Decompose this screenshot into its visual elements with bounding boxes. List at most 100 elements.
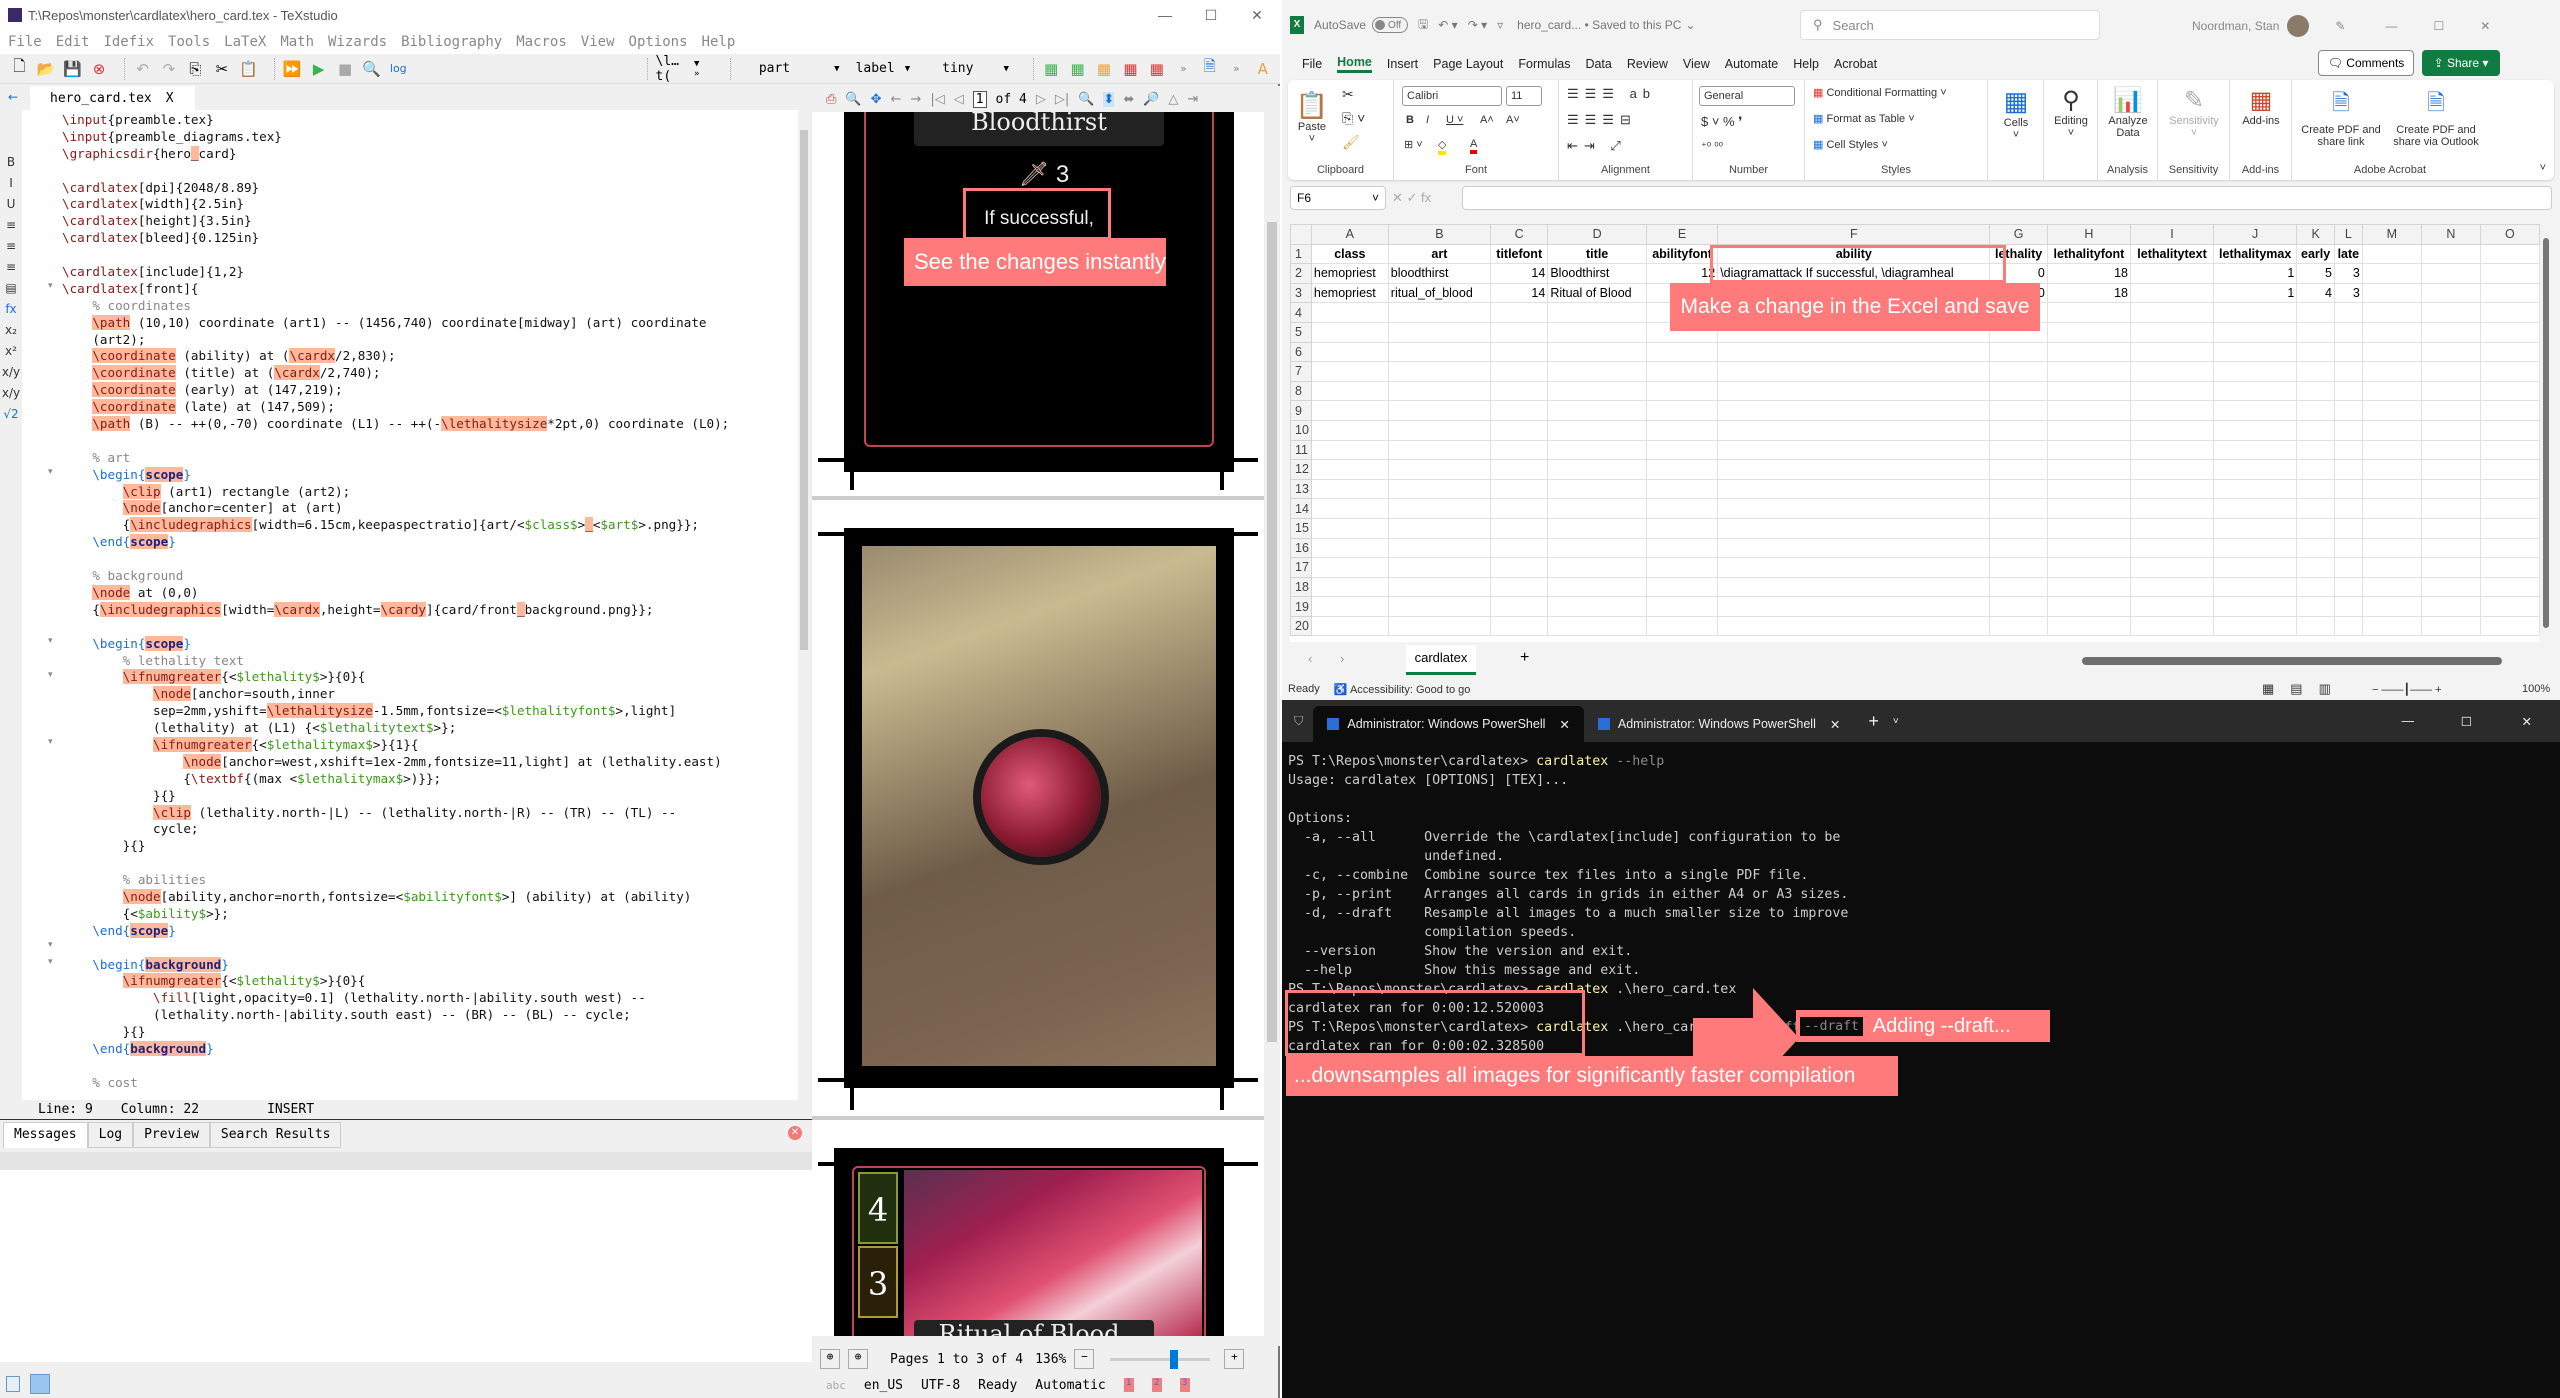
cell-G11[interactable] [1989,439,2048,461]
add-sheet-button[interactable]: + [1520,649,1529,667]
ribbon-tab-review[interactable]: Review [1627,57,1668,71]
code-line[interactable]: {\includegraphics[width=6.15cm,keepaspec… [62,517,798,534]
cell-K14[interactable] [2296,498,2335,519]
cell-C17[interactable] [1490,557,1549,578]
cell-F20[interactable] [1717,615,1991,637]
cells-button[interactable]: ▦ Cells ˅ [1988,80,2044,180]
encoding-selector[interactable]: UTF-8 [921,1378,960,1393]
cell-C2[interactable]: 14 [1490,263,1549,284]
ribbon-tab-acrobat[interactable]: Acrobat [1834,57,1877,71]
new-tab-button[interactable]: + [1868,711,1879,732]
cell-I4[interactable] [2129,302,2215,323]
ribbon-tab-automate[interactable]: Automate [1725,57,1779,71]
code-line[interactable]: \cardlatex[height]{3.5in} [62,213,798,230]
cell-C5[interactable] [1490,321,1549,343]
code-line[interactable]: \begin{scope} [62,466,798,484]
cell-F7[interactable] [1717,361,1991,382]
cell-H16[interactable] [2046,537,2131,559]
cell-M13[interactable] [2361,478,2422,500]
cell-D19[interactable] [1547,596,1647,617]
close-messages-icon[interactable]: ✕ [788,1126,802,1140]
zoom-in-icon[interactable]: + [1224,1349,1245,1369]
cell-N14[interactable] [2420,498,2481,519]
ribbon-tab-insert[interactable]: Insert [1387,57,1418,71]
cell-H13[interactable] [2046,478,2131,500]
cut-icon[interactable]: ✂ [213,57,231,81]
font-color-icon[interactable]: A [1470,138,1478,154]
back-arrow-icon[interactable]: ← [8,90,18,104]
cell-O20[interactable] [2479,615,2540,637]
cell-M19[interactable] [2361,596,2422,617]
cell-L19[interactable] [2333,596,2363,617]
cell-E13[interactable] [1645,478,1719,500]
redo-icon[interactable]: ↷ ▾ [1468,18,1487,32]
cell-C14[interactable] [1490,498,1549,519]
cell-O12[interactable] [2479,459,2540,480]
cell-J16[interactable] [2213,537,2298,559]
minimize-button[interactable]: — [1142,0,1188,30]
cell-G14[interactable] [1989,498,2048,519]
row-header[interactable]: 17 [1290,557,1312,578]
next-sheet-icon[interactable]: › [1340,651,1344,666]
pdf-page-input[interactable]: 1 [972,90,987,108]
code-line[interactable]: \coordinate (late) at (147,509); [62,399,798,416]
cell-C11[interactable] [1490,439,1549,461]
code-line[interactable]: % cost [62,1075,798,1092]
menu-tools[interactable]: Tools [168,30,210,54]
cell-L16[interactable] [2333,537,2363,559]
copy-icon[interactable]: ⎘ ˅ [1342,110,1365,127]
cell-D6[interactable] [1547,341,1647,363]
paste-button[interactable]: 📋 Paste ˅ [1294,90,1330,145]
cell-H9[interactable] [2046,400,2131,421]
cell-J8[interactable] [2213,380,2298,402]
cell-A4[interactable] [1310,302,1389,323]
cell-C12[interactable] [1490,459,1549,480]
close-button[interactable]: ✕ [2522,714,2532,729]
cell-B1[interactable]: art [1387,243,1492,265]
code-line[interactable]: \cardlatex[front]{ [62,281,798,298]
cell-H1[interactable]: lethalityfont [2046,243,2131,265]
cell-L7[interactable] [2333,361,2363,382]
cell-O9[interactable] [2479,400,2540,421]
cell-I6[interactable] [2129,341,2215,363]
view-pdf-icon[interactable]: 🔍 [362,57,381,81]
function-icon[interactable]: fx [0,299,22,320]
code-line[interactable] [62,855,798,872]
cell-O13[interactable] [2479,478,2540,500]
ribbon-tab-help[interactable]: Help [1793,57,1819,71]
reference-combo[interactable]: \l…t(▼ » [656,54,706,84]
undo-icon[interactable]: ↶ [133,57,151,81]
cell-H7[interactable] [2046,361,2131,382]
cell-J9[interactable] [2213,400,2298,421]
zoom-slider[interactable]: − ——┃—— + [2372,683,2442,696]
bookmark-2-icon[interactable]: 2 [1151,1378,1162,1392]
analyze-data-button[interactable]: 📊 Analyze Data Analysis [2098,80,2158,180]
pdf-collapse-icon[interactable]: △ [1168,92,1178,107]
cell-N17[interactable] [2420,557,2481,578]
cell-B20[interactable] [1387,615,1492,637]
terminal-tab-2[interactable]: Administrator: Windows PowerShell ✕ [1584,706,1854,742]
ribbon-tab-data[interactable]: Data [1585,57,1611,71]
cell-C3[interactable]: 14 [1490,282,1549,304]
cell-G13[interactable] [1989,478,2048,500]
cell-A18[interactable] [1310,576,1389,598]
cell-L13[interactable] [2333,478,2363,500]
cell-K5[interactable] [2296,321,2335,343]
size-combo[interactable]: tiny ▼ [942,61,1009,76]
cell-M4[interactable] [2361,302,2422,323]
cell-E18[interactable] [1645,576,1719,598]
cell-G8[interactable] [1989,380,2048,402]
cell-G10[interactable] [1989,419,2048,441]
cell-C9[interactable] [1490,400,1549,421]
menu-options[interactable]: Options [629,30,688,54]
cell-L12[interactable] [2333,459,2363,480]
cell-E17[interactable] [1645,557,1719,578]
row-header[interactable]: 15 [1290,517,1312,539]
cell-F16[interactable] [1717,537,1991,559]
zoom-out-icon[interactable]: − [1074,1349,1095,1369]
comments-button[interactable]: 🗨 Comments [2318,50,2414,76]
code-line[interactable]: \graphicsdir{hero_card} [62,145,798,163]
insert-file-icon[interactable]: ▤ [0,278,22,299]
cell-L14[interactable] [2333,498,2363,519]
fold-toggle-icon[interactable]: ▾ [48,670,53,680]
